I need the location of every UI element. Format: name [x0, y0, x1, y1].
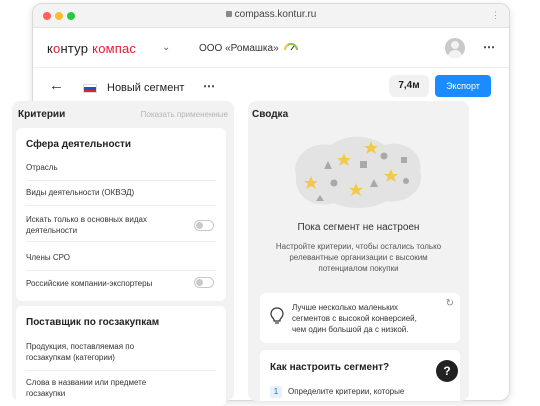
section-title: Сфера деятельности [26, 139, 132, 150]
main-activity-toggle[interactable] [194, 220, 214, 231]
summary-heading: Сводка [252, 109, 289, 120]
export-button[interactable]: Экспорт [435, 75, 491, 97]
tip-card: Лучше несколько маленьких сегментов с вы… [260, 293, 460, 343]
empty-state-title: Пока сегмент не настроен [297, 222, 420, 233]
section-title: Поставщик по госзакупкам [26, 317, 160, 328]
criteria-item-industry[interactable]: Отрасль [26, 162, 216, 181]
help-button[interactable]: ? [436, 360, 458, 382]
user-avatar[interactable] [445, 38, 465, 58]
summary-panel: Сводка Пока сегмент не настроен Настройт… [248, 101, 469, 401]
organization-name[interactable]: ООО «Ромашка» [199, 43, 279, 54]
criteria-item-sro[interactable]: Члены СРО [26, 252, 216, 271]
criteria-heading: Критерии [18, 109, 66, 120]
how-to-card: Как настроить сегмент? 1 Определите крит… [260, 350, 460, 401]
segment-title[interactable]: Новый сегмент [107, 82, 184, 94]
how-to-title: Как настроить сегмент? [270, 362, 390, 373]
step-number: 1 [270, 386, 282, 398]
step-text: Определите критерии, которые [288, 387, 405, 396]
criteria-item-okved[interactable]: Виды деятельности (ОКВЭД) [26, 187, 216, 206]
criteria-section-activity: Сфера деятельности Отрасль Виды деятельн… [16, 128, 226, 301]
lightbulb-icon [270, 307, 284, 324]
empty-state-description: Настройте критерии, чтобы остались тольк… [275, 242, 442, 273]
show-applied-link[interactable]: Показать примененные [141, 110, 228, 119]
russia-flag-icon [83, 84, 97, 93]
segment-count-badge: 7,4м [389, 75, 429, 97]
empty-segment-illustration [295, 136, 422, 208]
tip-text: Лучше несколько маленьких сегментов с вы… [292, 303, 417, 334]
browser-titlebar: compass.kontur.ru ⋮ [33, 4, 509, 28]
criteria-item-procurement-keywords[interactable]: Слова в названии или предмете госзакупки [26, 377, 216, 401]
url-text: compass.kontur.ru [234, 9, 317, 20]
criteria-item-main-activity[interactable]: Искать только в основных видах деятельно… [26, 214, 216, 242]
back-arrow-icon[interactable]: ← [49, 77, 64, 94]
segment-header: ← Новый сегмент ⋯ 7,4м Экспорт [33, 68, 509, 104]
app-header: контур компас ⌄ ООО «Ромашка» ⋯ [33, 28, 509, 68]
criteria-item-procurement-products[interactable]: Продукция, поставляемая по госзакупкам (… [26, 341, 216, 371]
address-bar[interactable]: compass.kontur.ru [33, 9, 509, 20]
criteria-section-procurement: Поставщик по госзакупкам Продукция, пост… [16, 306, 226, 406]
kontur-compass-logo[interactable]: контур компас [47, 41, 136, 56]
criteria-panel: Критерии Показать примененные Сфера деят… [12, 101, 234, 406]
more-options-icon[interactable]: ⋯ [483, 40, 496, 54]
browser-menu-icon[interactable]: ⋮ [491, 10, 500, 21]
refresh-tip-icon[interactable]: ↻ [446, 298, 454, 309]
gauge-icon [284, 43, 298, 51]
lock-icon [225, 11, 232, 17]
exporters-toggle[interactable] [194, 277, 214, 288]
segment-more-icon[interactable]: ⋯ [203, 79, 216, 93]
criteria-item-exporters[interactable]: Российские компании-экспортеры [26, 277, 216, 297]
chevron-down-icon[interactable]: ⌄ [162, 42, 170, 53]
